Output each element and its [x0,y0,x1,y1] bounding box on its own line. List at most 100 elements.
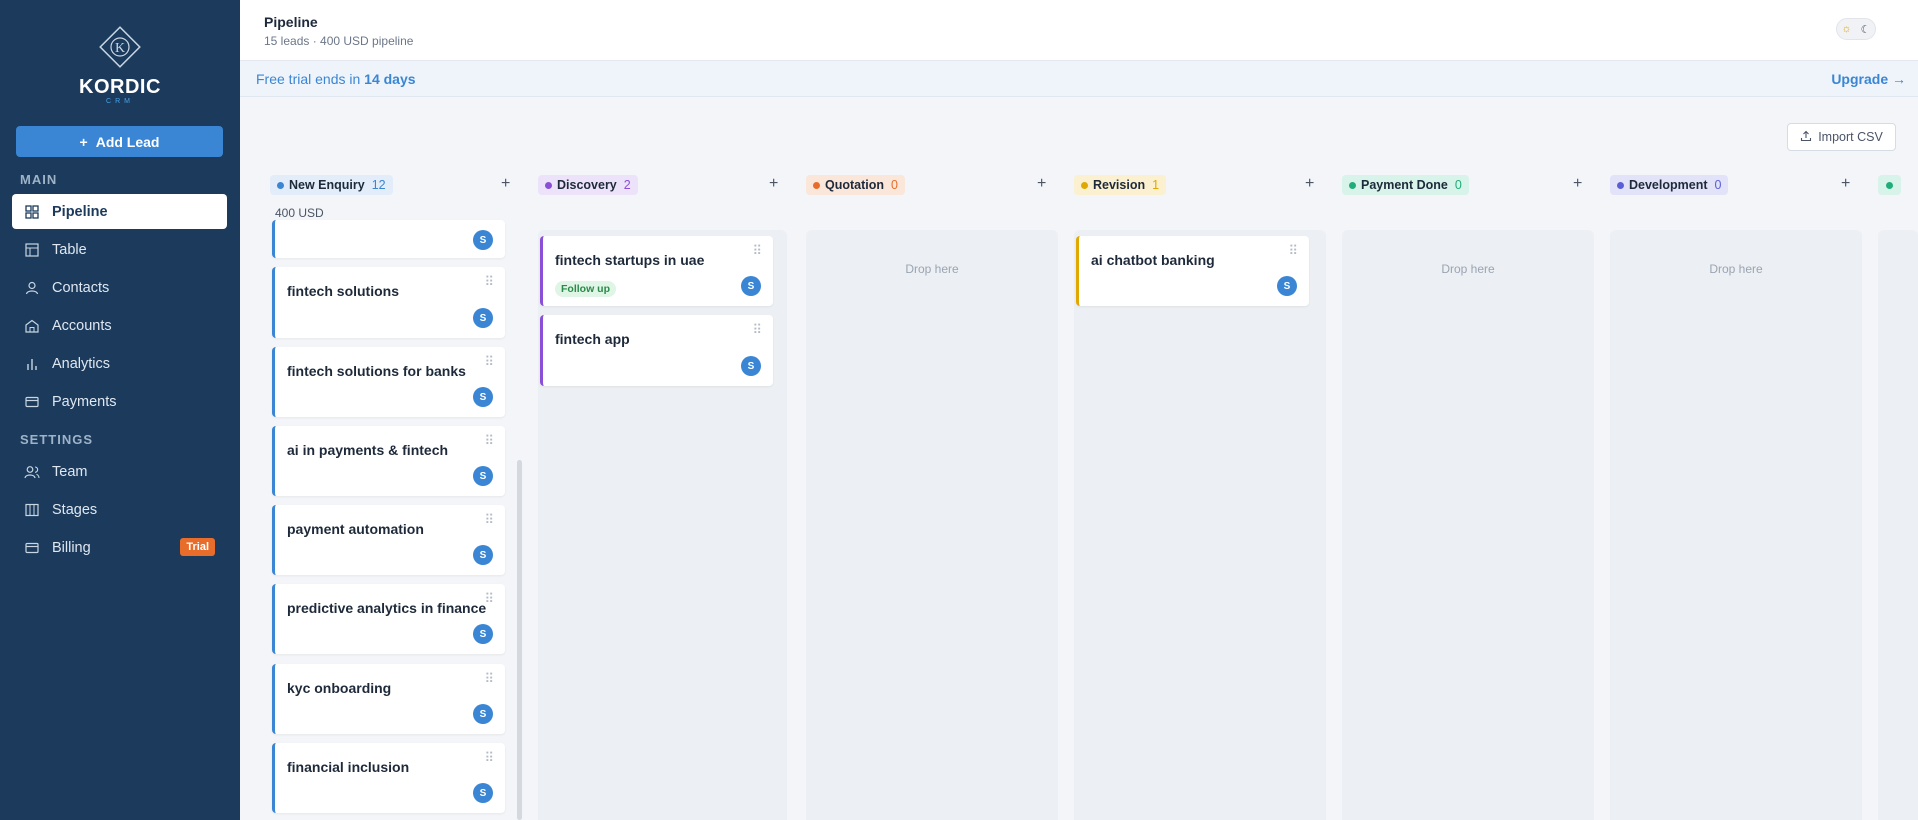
drag-handle-icon[interactable]: ⠿ [484,513,493,526]
stage-header-revision: Revision 1 [1074,175,1167,195]
page-title: Pipeline [264,14,318,30]
import-csv-label: Import CSV [1818,130,1883,144]
drag-handle-icon[interactable]: ⠿ [484,592,493,605]
stage-dot [277,181,284,189]
upgrade-link[interactable]: Upgrade → [1831,71,1906,87]
columns-icon [24,502,40,518]
add-card-button-revision[interactable]: + [1305,175,1314,193]
nav-section-settings: SETTINGS [20,432,94,447]
stage-pill [1878,175,1901,195]
sidebar-item-table[interactable]: Table [12,232,227,267]
drag-handle-icon[interactable]: ⠿ [484,672,493,685]
add-card-button-discovery[interactable]: + [769,175,778,193]
sidebar: K KORDIC CRM + Add Lead MAIN Pipeline Ta… [0,0,240,820]
stage-count: 0 [1454,178,1462,192]
lead-card[interactable]: ai chatbot banking ⠿ S [1076,236,1309,306]
trial-badge: Trial [180,538,215,556]
trial-banner: Free trial ends in 14 days Upgrade → [240,61,1918,97]
drag-handle-icon[interactable]: ⠿ [484,434,493,447]
avatar: S [473,387,493,407]
import-csv-button[interactable]: Import CSV [1787,123,1896,151]
drop-zone[interactable]: Drop here [1342,262,1594,276]
lead-card[interactable]: financial inclusion ⠿ S [272,743,505,813]
sidebar-item-payments[interactable]: Payments [12,384,227,419]
drag-handle-icon[interactable]: ⠿ [484,751,493,764]
card-title: fintech solutions for banks [287,363,466,379]
stage-name: Development [1629,178,1708,192]
stage-dot [1349,181,1356,189]
add-lead-button[interactable]: + Add Lead [16,126,223,157]
bar-chart-icon [24,356,40,372]
stage-count: 12 [371,178,386,192]
drag-handle-icon[interactable]: ⠿ [1288,244,1297,257]
sidebar-item-stages[interactable]: Stages [12,492,227,527]
add-lead-label: Add Lead [95,133,160,150]
sidebar-item-billing[interactable]: Billing Trial [12,530,227,565]
stage-total: 400 USD [275,206,324,220]
lead-card[interactable]: fintech app ⠿ S [540,315,773,386]
stage-column-development [1610,230,1862,820]
stage-dot [1081,181,1088,189]
drop-zone[interactable]: Drop here [1610,262,1862,276]
avatar: S [473,624,493,644]
add-card-button-payment-done[interactable]: + [1573,175,1582,193]
card-title: payment automation [287,521,424,537]
avatar: S [473,704,493,724]
logo: K KORDIC CRM [0,22,240,105]
drag-handle-icon[interactable]: ⠿ [484,355,493,368]
plus-icon: + [79,133,88,150]
sidebar-item-accounts[interactable]: Accounts [12,308,227,343]
lead-card[interactable]: fintech solutions ⠿ S [272,267,505,338]
stage-pill: Quotation 0 [806,175,905,195]
lead-card[interactable]: payment automation ⠿ S [272,505,505,575]
sidebar-item-label: Accounts [52,317,112,334]
lead-card[interactable]: fintech solutions for banks ⠿ S [272,347,505,417]
stage-pill: Discovery 2 [538,175,638,195]
stage-name: New Enquiry [289,178,365,192]
card-title: fintech startups in uae [555,252,705,268]
sidebar-item-label: Table [52,241,87,258]
card-title: ai in payments & fintech [287,442,449,458]
nav-section-main: MAIN [20,172,58,187]
sidebar-item-contacts[interactable]: Contacts [12,270,227,305]
stage-pill: New Enquiry 12 [270,175,393,195]
avatar: S [473,545,493,565]
column-scrollbar-thumb[interactable] [517,460,522,820]
drag-handle-icon[interactable]: ⠿ [752,323,761,336]
lead-card[interactable]: S [272,220,505,258]
drag-handle-icon[interactable]: ⠿ [484,275,493,288]
stage-name: Quotation [825,178,885,192]
theme-toggle[interactable]: ☼ ☾ [1836,18,1876,40]
lead-card[interactable]: ai in payments & fintech ⠿ S [272,426,505,496]
avatar: S [1277,276,1297,296]
stage-dot [545,181,552,189]
sidebar-item-analytics[interactable]: Analytics [12,346,227,381]
add-card-button-new-enquiry[interactable]: + [501,175,510,193]
sidebar-item-team[interactable]: Team [12,454,227,489]
logo-icon: K [99,26,141,68]
sidebar-item-pipeline[interactable]: Pipeline [12,194,227,229]
stage-pill: Development 0 [1610,175,1729,195]
stage-dot [1617,181,1624,189]
lead-card[interactable]: predictive analytics in finance ⠿ S [272,584,505,654]
stage-header-development: Development 0 [1610,175,1729,195]
sidebar-item-label: Team [52,463,88,480]
users-icon [24,464,40,480]
stage-column-payment-done [1342,230,1594,820]
avatar: S [741,276,761,296]
add-card-button-development[interactable]: + [1841,175,1850,193]
stage-count: 1 [1152,178,1160,192]
stage-header-payment-done: Payment Done 0 [1342,175,1469,195]
card-title: fintech app [555,331,630,347]
credit-card-icon [24,394,40,410]
drop-zone[interactable]: Drop here [806,262,1058,276]
lead-card[interactable]: kyc onboarding ⠿ S [272,664,505,734]
add-card-button-quotation[interactable]: + [1037,175,1046,193]
drag-handle-icon[interactable]: ⠿ [752,244,761,257]
card-title: kyc onboarding [287,680,392,696]
avatar: S [473,230,493,250]
stage-header-new-enquiry: New Enquiry 12 [270,175,393,195]
lead-card[interactable]: fintech startups in uae Follow up ⠿ S [540,236,773,306]
avatar: S [473,466,493,486]
stage-pill: Revision 1 [1074,175,1167,195]
